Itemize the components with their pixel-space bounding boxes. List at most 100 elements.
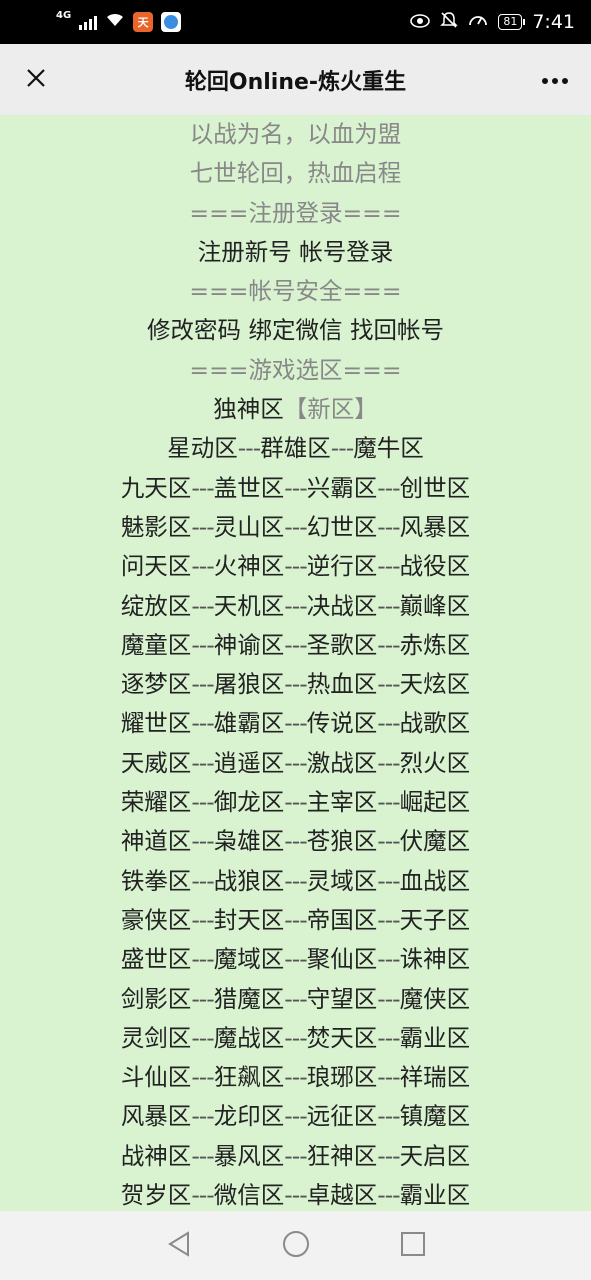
recover-account-link[interactable]: 找回帐号 <box>350 316 444 344</box>
server-link[interactable]: 魅影区 <box>121 513 192 541</box>
server-link[interactable]: 铁拳区 <box>121 867 192 895</box>
server-link[interactable]: 战歌区 <box>400 709 471 737</box>
server-link[interactable]: 创世区 <box>400 474 471 502</box>
server-link[interactable]: 帝国区 <box>307 906 378 934</box>
server-separator: --- <box>191 945 214 974</box>
server-link[interactable]: 魔童区 <box>121 631 192 659</box>
server-link[interactable]: 星动区 <box>167 434 238 462</box>
bind-wechat-link[interactable]: 绑定微信 <box>249 316 343 344</box>
server-link[interactable]: 火神区 <box>214 552 285 580</box>
server-link[interactable]: 战神区 <box>121 1142 192 1170</box>
server-link[interactable]: 逐梦区 <box>121 670 192 698</box>
server-link[interactable]: 斗仙区 <box>121 1063 192 1091</box>
server-link[interactable]: 天威区 <box>121 749 192 777</box>
server-link[interactable]: 聚仙区 <box>307 945 378 973</box>
server-separator: --- <box>284 630 307 659</box>
server-link[interactable]: 兴霸区 <box>307 474 378 502</box>
server-link[interactable]: 风暴区 <box>121 1102 192 1130</box>
server-link[interactable]: 灵剑区 <box>121 1024 192 1052</box>
server-separator: --- <box>191 552 214 581</box>
server-link[interactable]: 风暴区 <box>400 513 471 541</box>
server-link[interactable]: 龙印区 <box>214 1102 285 1130</box>
server-link[interactable]: 守望区 <box>307 985 378 1013</box>
server-link[interactable]: 战狼区 <box>214 867 285 895</box>
server-link[interactable]: 神道区 <box>121 827 192 855</box>
server-link[interactable]: 圣歌区 <box>307 631 378 659</box>
server-link[interactable]: 神谕区 <box>214 631 285 659</box>
server-link[interactable]: 雄霸区 <box>214 709 285 737</box>
server-separator: --- <box>191 1063 214 1092</box>
server-separator: --- <box>377 1141 400 1170</box>
server-link[interactable]: 豪侠区 <box>121 906 192 934</box>
server-link[interactable]: 天机区 <box>214 592 285 620</box>
server-row: 盛世区---魔域区---聚仙区---诛神区 <box>0 940 591 979</box>
server-link[interactable]: 猎魔区 <box>214 985 285 1013</box>
server-link[interactable]: 荣耀区 <box>121 788 192 816</box>
server-link[interactable]: 赤炼区 <box>400 631 471 659</box>
server-link[interactable]: 巅峰区 <box>400 592 471 620</box>
server-link[interactable]: 盛世区 <box>121 945 192 973</box>
server-link[interactable]: 焚天区 <box>307 1024 378 1052</box>
server-link[interactable]: 崛起区 <box>400 788 471 816</box>
server-link[interactable]: 热血区 <box>307 670 378 698</box>
server-link[interactable]: 天启区 <box>400 1142 471 1170</box>
home-button[interactable] <box>276 1226 316 1266</box>
server-link[interactable]: 逍遥区 <box>214 749 285 777</box>
server-link[interactable]: 主宰区 <box>307 788 378 816</box>
server-link[interactable]: 灵域区 <box>307 867 378 895</box>
server-link[interactable]: 绽放区 <box>121 592 192 620</box>
more-button[interactable] <box>535 60 575 100</box>
server-link[interactable]: 灵山区 <box>214 513 285 541</box>
close-button[interactable] <box>16 60 56 100</box>
account-login-link[interactable]: 帐号登录 <box>299 238 393 266</box>
server-link[interactable]: 九天区 <box>121 474 192 502</box>
server-link[interactable]: 激战区 <box>307 749 378 777</box>
server-link[interactable]: 群雄区 <box>260 434 331 462</box>
server-link[interactable]: 暴风区 <box>214 1142 285 1170</box>
server-link[interactable]: 祥瑞区 <box>400 1063 471 1091</box>
server-link[interactable]: 天子区 <box>400 906 471 934</box>
server-link[interactable]: 幻世区 <box>307 513 378 541</box>
server-link[interactable]: 战役区 <box>400 552 471 580</box>
server-link[interactable]: 血战区 <box>400 867 471 895</box>
server-separator: --- <box>284 748 307 777</box>
server-link[interactable]: 琅琊区 <box>307 1063 378 1091</box>
server-link[interactable]: 魔域区 <box>214 945 285 973</box>
server-link[interactable]: 枭雄区 <box>214 827 285 855</box>
server-link[interactable]: 微信区 <box>214 1181 285 1209</box>
server-link[interactable]: 狂飙区 <box>214 1063 285 1091</box>
server-link[interactable]: 天炫区 <box>400 670 471 698</box>
server-link[interactable]: 决战区 <box>307 592 378 620</box>
server-link[interactable]: 耀世区 <box>121 709 192 737</box>
server-link[interactable]: 诛神区 <box>400 945 471 973</box>
server-link[interactable]: 霸业区 <box>400 1024 471 1052</box>
back-button[interactable] <box>159 1226 199 1266</box>
server-separator: --- <box>191 827 214 856</box>
server-link[interactable]: 盖世区 <box>214 474 285 502</box>
server-link[interactable]: 封天区 <box>214 906 285 934</box>
register-new-link[interactable]: 注册新号 <box>198 238 292 266</box>
server-link[interactable]: 屠狼区 <box>214 670 285 698</box>
server-link[interactable]: 镇魔区 <box>400 1102 471 1130</box>
server-link[interactable]: 狂神区 <box>307 1142 378 1170</box>
server-link[interactable]: 伏魔区 <box>400 827 471 855</box>
featured-server-link[interactable]: 独神区 <box>213 395 284 423</box>
server-separator: --- <box>284 866 307 895</box>
server-link[interactable]: 苍狼区 <box>307 827 378 855</box>
server-link[interactable]: 魔战区 <box>214 1024 285 1052</box>
server-link[interactable]: 烈火区 <box>400 749 471 777</box>
server-link[interactable]: 远征区 <box>307 1102 378 1130</box>
server-link[interactable]: 霸业区 <box>400 1181 471 1209</box>
server-link[interactable]: 逆行区 <box>307 552 378 580</box>
server-link[interactable]: 剑影区 <box>121 985 192 1013</box>
server-link[interactable]: 卓越区 <box>307 1181 378 1209</box>
server-link[interactable]: 魔牛区 <box>353 434 424 462</box>
server-link[interactable]: 魔侠区 <box>400 985 471 1013</box>
recents-button[interactable] <box>393 1226 433 1266</box>
change-password-link[interactable]: 修改密码 <box>147 316 241 344</box>
server-link[interactable]: 传说区 <box>307 709 378 737</box>
server-link[interactable]: 御龙区 <box>214 788 285 816</box>
section-register-header: ===注册登录=== <box>189 198 402 227</box>
server-link[interactable]: 贺岁区 <box>121 1181 192 1209</box>
server-link[interactable]: 问天区 <box>121 552 192 580</box>
